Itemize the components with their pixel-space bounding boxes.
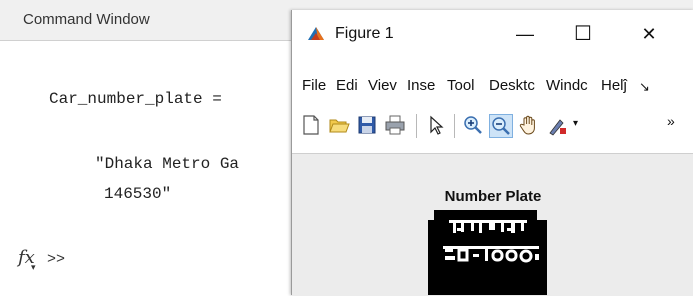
- command-prompt[interactable]: >>: [47, 251, 65, 268]
- new-figure-icon[interactable]: [300, 114, 322, 136]
- save-icon[interactable]: [356, 114, 378, 136]
- toolbar-overflow-icon[interactable]: »: [667, 113, 675, 129]
- figure-window: Figure 1 — ☐ ✕ Filе Edi Viev Inse Tool D…: [291, 10, 693, 296]
- toolbar-separator: [454, 114, 455, 138]
- zoom-out-icon[interactable]: [489, 114, 513, 138]
- toolbar-separator: [416, 114, 417, 138]
- figure-titlebar[interactable]: Figure 1 — ☐ ✕: [292, 10, 693, 58]
- number-plate-image: [419, 210, 547, 295]
- close-button[interactable]: ✕: [632, 21, 666, 47]
- output-value-line-1: "Dhaka Metro Ga: [95, 155, 240, 173]
- data-cursor-icon[interactable]: [547, 114, 569, 136]
- menu-edit[interactable]: Edi: [336, 77, 360, 94]
- menu-insert[interactable]: Inse: [407, 77, 441, 94]
- open-icon[interactable]: [328, 114, 350, 136]
- menu-tools[interactable]: Tool: [447, 77, 483, 94]
- figure-title: Figure 1: [335, 25, 394, 42]
- menu-desktop[interactable]: Desktϲ: [489, 77, 541, 94]
- pointer-icon[interactable]: [425, 114, 447, 136]
- command-window-title: Command Window: [23, 11, 150, 28]
- pan-icon[interactable]: [518, 114, 540, 136]
- minimize-button[interactable]: —: [508, 21, 542, 47]
- output-value-line-2: 146530": [104, 185, 172, 203]
- menu-file[interactable]: Filе: [302, 77, 328, 94]
- menu-help[interactable]: Helĵ: [601, 77, 633, 94]
- matlab-logo-icon: [308, 27, 324, 40]
- maximize-button[interactable]: ☐: [566, 21, 600, 47]
- menu-window[interactable]: Windc: [546, 77, 596, 94]
- menu-overflow-icon[interactable]: ↘: [639, 79, 650, 95]
- axes-title: Number Plate: [444, 188, 542, 205]
- menu-view[interactable]: Viev: [368, 77, 400, 94]
- dropdown-icon[interactable]: ▾: [573, 118, 578, 129]
- zoom-in-icon[interactable]: [462, 114, 484, 136]
- function-browser-dropdown-icon[interactable]: ▾: [31, 262, 36, 273]
- output-variable-line: Car_number_plate =: [49, 90, 222, 108]
- print-icon[interactable]: [384, 114, 406, 136]
